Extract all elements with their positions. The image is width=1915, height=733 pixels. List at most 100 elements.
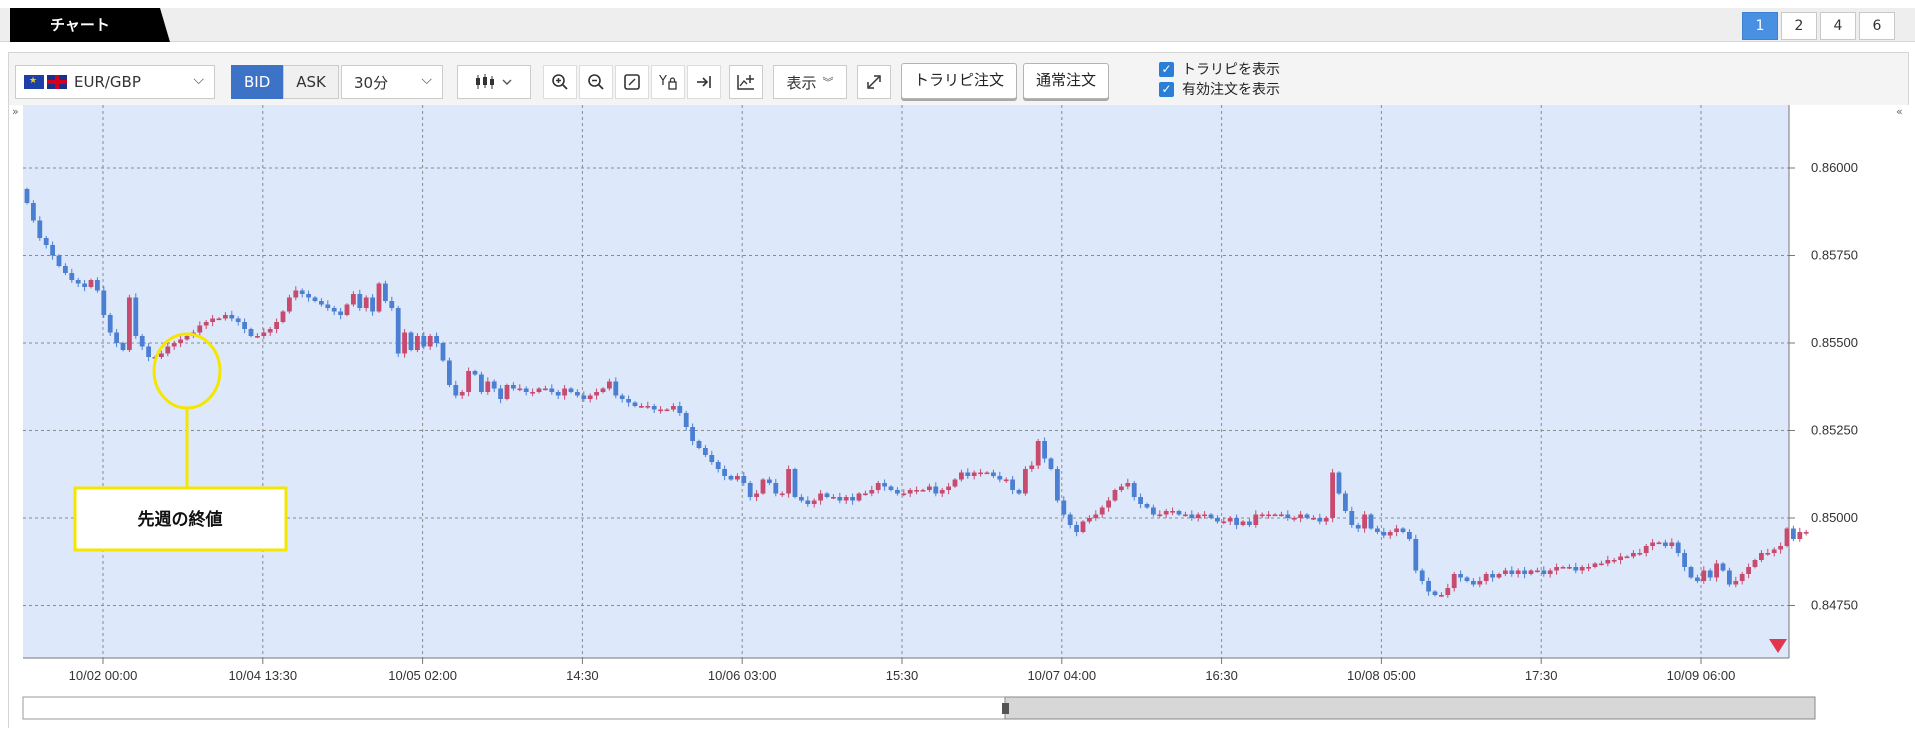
show-trailing-checkbox[interactable]: ✓ トラリピを表示 (1159, 59, 1280, 79)
candle-down (1343, 493, 1348, 511)
candle-up (210, 318, 215, 322)
eu-flag-icon (24, 75, 44, 89)
currency-pair-select[interactable]: EUR/GBP ⌵ (15, 65, 215, 99)
candle-down (568, 388, 574, 392)
candle-up (178, 339, 183, 343)
x-tick-label: 10/07 04:00 (1027, 668, 1096, 683)
candle-up (1605, 560, 1611, 564)
candle-up (959, 472, 964, 480)
candle-down (1336, 472, 1342, 494)
y-tick-label: 0.85500 (1811, 335, 1858, 350)
tab-chart[interactable]: チャート (10, 8, 170, 42)
normal-order-button[interactable]: 通常注文 (1023, 63, 1110, 99)
expand-left-icon[interactable]: » (12, 105, 19, 118)
candle-up (1618, 556, 1623, 560)
candle-down (107, 315, 113, 333)
candle-up (504, 385, 510, 399)
candle-down (37, 220, 43, 238)
candle-down (523, 388, 529, 392)
candle-up (351, 294, 356, 305)
chart-area[interactable]: 0.86000 0.85750 0.85500 0.85250 0.85000 0.847… (9, 105, 1910, 729)
candle-down (1509, 570, 1515, 574)
candle-up (1669, 542, 1675, 546)
layout-1-button[interactable]: 1 (1742, 12, 1778, 40)
candle-up (1170, 511, 1175, 513)
zoom-in-icon[interactable] (543, 65, 577, 99)
candle-down (741, 476, 747, 483)
candle-up (1195, 514, 1201, 518)
candle-up (1637, 553, 1643, 555)
candle-down (799, 497, 804, 501)
display-menu[interactable]: 表示 ︾ (773, 65, 847, 99)
show-active-orders-checkbox[interactable]: ✓ 有効注文を表示 (1159, 79, 1280, 99)
candle-down (677, 406, 683, 413)
y-axis-lock-icon[interactable]: Y (651, 65, 685, 99)
candle-up (1631, 553, 1636, 557)
candle-down (511, 385, 516, 389)
bid-ask-toggle: BID ASK (231, 65, 339, 99)
candle-up (927, 486, 932, 490)
candle-up (1656, 542, 1662, 545)
candle-up (1733, 581, 1739, 585)
layout-4-button[interactable]: 4 (1820, 12, 1856, 40)
candle-down (1682, 553, 1687, 567)
ask-button[interactable]: ASK (283, 65, 339, 99)
add-indicator-button[interactable] (729, 65, 763, 99)
candle-up (1650, 542, 1655, 546)
candle-down (696, 441, 702, 448)
candle-down (370, 297, 375, 312)
candle-up (1477, 581, 1483, 585)
candle-up (216, 318, 222, 321)
candle-down (133, 297, 139, 336)
fit-screen-icon[interactable] (615, 65, 649, 99)
candle-down (837, 497, 843, 501)
candle-down (69, 273, 75, 280)
candle-up (869, 490, 875, 494)
candle-up (1439, 595, 1444, 597)
candle-down (229, 315, 235, 319)
candle-up (971, 472, 977, 476)
candle-up (287, 297, 292, 312)
candle-down (690, 427, 695, 441)
candle-down (1131, 483, 1137, 497)
layout-2-button[interactable]: 2 (1781, 12, 1817, 40)
collapse-right-icon[interactable]: « (1896, 105, 1903, 118)
candle-up (671, 406, 676, 410)
candle-up (1279, 514, 1284, 517)
candle-down (479, 374, 484, 392)
candle-up (203, 322, 209, 326)
bid-button[interactable]: BID (231, 65, 284, 99)
candle-up (1599, 563, 1604, 566)
candle-down (101, 290, 107, 315)
candle-down (421, 336, 427, 347)
candle-up (946, 486, 951, 490)
candle-down (1176, 511, 1182, 515)
x-tick-label: 14:30 (566, 668, 599, 683)
candle-up (1445, 588, 1451, 595)
fullscreen-button[interactable] (857, 65, 891, 99)
candle-up (1093, 514, 1099, 518)
candle-up (664, 409, 670, 412)
candle-down (1426, 581, 1431, 592)
price-chart[interactable]: 0.86000 0.85750 0.85500 0.85250 0.85000 0.847… (9, 105, 1910, 729)
candle-up (1221, 521, 1227, 524)
layout-6-button[interactable]: 6 (1859, 12, 1895, 40)
trailing-order-button[interactable]: トラリピ注文 (901, 63, 1018, 99)
candle-up (914, 490, 919, 492)
candle-down (1381, 532, 1387, 536)
zoom-out-icon[interactable] (579, 65, 613, 99)
candle-down (1317, 518, 1323, 522)
interval-select[interactable]: 30分 ⌵ (341, 65, 443, 99)
candle-down (1727, 570, 1732, 585)
chevron-down-icon: ⌵ (193, 72, 204, 88)
candle-down (1349, 511, 1355, 525)
scroll-to-latest-icon[interactable] (687, 65, 721, 99)
candle-down (1042, 441, 1047, 459)
candle-up (1586, 567, 1591, 569)
candle-down (357, 294, 363, 308)
candle-up (843, 497, 849, 501)
chart-type-select[interactable] (457, 65, 531, 99)
candle-down (1048, 458, 1054, 469)
candle-down (619, 395, 625, 399)
candle-down (850, 497, 855, 501)
